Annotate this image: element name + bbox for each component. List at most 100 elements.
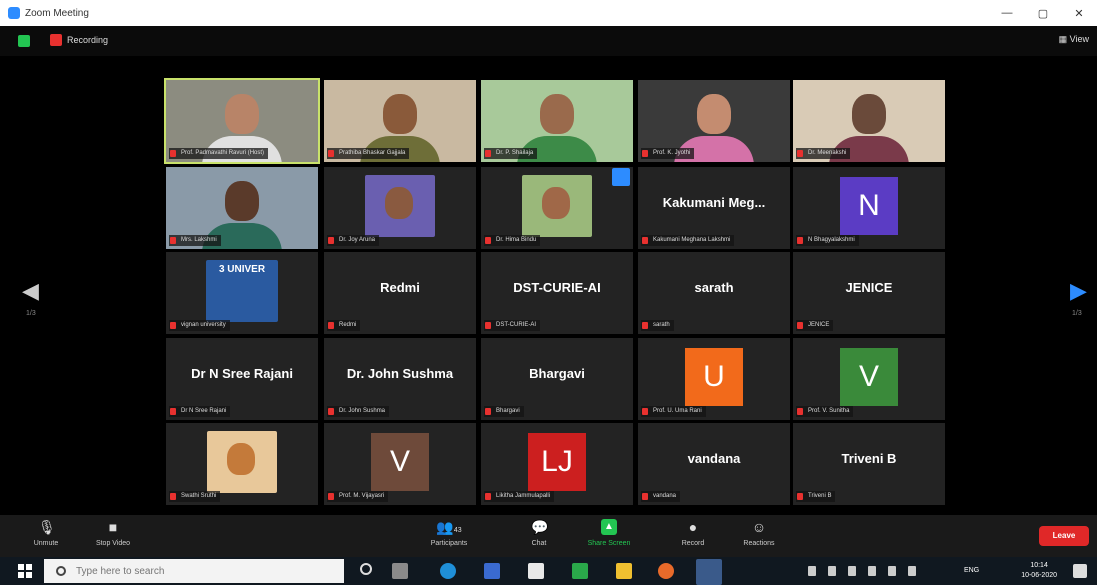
muted-mic-icon: [485, 493, 491, 500]
close-button[interactable]: ✕: [1061, 0, 1097, 26]
windows-start-icon[interactable]: [18, 564, 32, 578]
record-button[interactable]: ● Record: [662, 519, 724, 553]
participant-name-tag: Dr. John Sushma: [327, 406, 390, 417]
participant-tile[interactable]: Prof. Padmavathi Ravuri (Host): [164, 78, 320, 164]
share-screen-icon: ▲: [601, 519, 617, 535]
tray-app-icon[interactable]: [828, 566, 836, 576]
participant-tile[interactable]: Dr. Joy Aruna: [324, 167, 476, 249]
participant-tile[interactable]: Dr. John Sushma Dr. John Sushma: [324, 338, 476, 420]
participant-tile[interactable]: LJ Likitha Jammulapalli: [481, 423, 633, 505]
participant-tile[interactable]: NN Bhagyalakshmi: [793, 167, 945, 249]
taskbar-search[interactable]: [44, 559, 344, 583]
participant-name-tag: DST-CURIE-AI: [484, 320, 541, 331]
task-view-icon[interactable]: [392, 563, 408, 579]
reactions-button[interactable]: ☺ Reactions: [728, 519, 790, 553]
muted-mic-icon: [797, 408, 803, 415]
participant-head: [227, 443, 255, 475]
store-icon[interactable]: [484, 563, 500, 579]
participant-tile[interactable]: JENICE JENICE: [793, 252, 945, 334]
participant-tile[interactable]: 3 UNIVER vignan university: [166, 252, 318, 334]
share-screen-button[interactable]: ▲ Share Screen: [578, 519, 640, 553]
meeting-topbar: [0, 26, 1097, 56]
participant-tile[interactable]: Prof. K. Jyothi: [638, 80, 790, 162]
stop-video-button[interactable]: ■ Stop Video: [82, 519, 144, 553]
participant-tile[interactable]: Dr. P. Shailaja: [481, 80, 633, 162]
participant-tile[interactable]: Triveni B Triveni B: [793, 423, 945, 505]
participants-count: 43: [453, 527, 462, 534]
muted-mic-icon: [797, 493, 803, 500]
participant-tile[interactable]: Mrs. Lakshmi: [166, 167, 318, 249]
participant-avatar: N: [840, 177, 898, 235]
participant-display-name: JENICE: [845, 280, 893, 295]
window-titlebar: Zoom Meeting: [0, 0, 1097, 26]
participant-head: [385, 187, 413, 219]
chat-label: Chat: [531, 540, 547, 547]
file-explorer-icon[interactable]: [616, 563, 632, 579]
participant-tile[interactable]: V Prof. M. Vijayasri: [324, 423, 476, 505]
minimize-button[interactable]: —: [989, 0, 1025, 26]
maximize-button[interactable]: ▢: [1025, 0, 1061, 26]
participant-tile[interactable]: Prathiba Bhaskar Gajjala: [324, 80, 476, 162]
participant-display-name: Dr N Sree Rajani: [191, 366, 293, 381]
participant-tile[interactable]: Kakumani Meg... Kakumani Meghana Lakshmi: [638, 167, 790, 249]
chat-button[interactable]: 💬 Chat: [508, 519, 570, 553]
participant-tile[interactable]: U Prof. U. Uma Rani: [638, 338, 790, 420]
participant-avatar: V: [371, 433, 429, 491]
profile-photo: [365, 175, 435, 237]
record-dot-icon: [50, 34, 62, 46]
recording-indicator[interactable]: Recording: [50, 34, 108, 46]
previous-page-arrow-icon[interactable]: ◀: [22, 278, 39, 304]
muted-mic-icon: [170, 408, 176, 415]
profile-photo: [207, 431, 277, 493]
participant-name-tag: N Bhagyalakshmi: [796, 235, 859, 246]
participant-tile[interactable]: V Prof. V. Sunitha: [793, 338, 945, 420]
zoom-taskbar-icon[interactable]: [696, 559, 722, 585]
participant-tile[interactable]: sarath sarath: [638, 252, 790, 334]
network-icon[interactable]: [868, 566, 876, 576]
previous-page-indicator: 1/3: [26, 310, 36, 317]
participant-tile[interactable]: Dr. Meenakshi: [793, 80, 945, 162]
security-shield-icon[interactable]: [18, 35, 30, 47]
notification-icon[interactable]: [1073, 564, 1087, 578]
participant-name-tag: Kakumani Meghana Lakshmi: [641, 235, 735, 246]
edge-browser-icon[interactable]: [440, 563, 456, 579]
participant-avatar: U: [685, 348, 743, 406]
battery-icon[interactable]: [848, 566, 856, 576]
muted-mic-icon: [642, 150, 648, 157]
participant-tile[interactable]: Redmi Redmi: [324, 252, 476, 334]
tray-chevron-icon[interactable]: [808, 566, 816, 576]
clock-date: 10-06-2020: [1021, 572, 1057, 579]
participant-name-tag: Dr N Sree Rajani: [169, 406, 231, 417]
cortana-icon[interactable]: [360, 563, 372, 575]
taskbar-search-input[interactable]: [76, 565, 316, 577]
unmute-button[interactable]: 🎙 Unmute: [15, 519, 77, 553]
participants-button[interactable]: 👥43 Participants: [418, 519, 480, 553]
participant-tile[interactable]: vandana vandana: [638, 423, 790, 505]
participant-name-tag: Prof. Padmavathi Ravuri (Host): [169, 148, 269, 159]
volume-icon[interactable]: [888, 566, 896, 576]
next-page-arrow-icon[interactable]: ▶: [1070, 278, 1087, 304]
muted-mic-icon: [170, 322, 176, 329]
pen-icon[interactable]: [908, 566, 916, 576]
participant-tile[interactable]: Dr. Hima Bindu: [481, 167, 633, 249]
participant-tile[interactable]: Swathi Sruthi: [166, 423, 318, 505]
record-label: Record: [681, 540, 705, 547]
clock[interactable]: 10:14 10-06-2020: [1021, 561, 1057, 581]
leave-button[interactable]: Leave: [1039, 526, 1089, 546]
taskbar-app-icon[interactable]: [528, 563, 544, 579]
chrome-icon[interactable]: [658, 563, 674, 579]
view-button[interactable]: ▦ View: [1059, 34, 1089, 45]
unmute-label: Unmute: [33, 540, 59, 547]
participant-tile[interactable]: Bhargavi Bhargavi: [481, 338, 633, 420]
participant-tile[interactable]: Dr N Sree Rajani Dr N Sree Rajani: [166, 338, 318, 420]
recording-label: Recording: [67, 35, 109, 45]
participant-name-tag: Prof. V. Sunitha: [796, 406, 854, 417]
profile-photo: [522, 175, 592, 237]
taskbar-app-2-icon[interactable]: [572, 563, 588, 579]
language-indicator[interactable]: ENG: [964, 567, 979, 574]
participant-name-tag: Dr. Meenakshi: [796, 148, 851, 159]
participant-avatar: LJ: [528, 433, 586, 491]
participant-name-tag: vignan university: [169, 320, 230, 331]
muted-mic-icon: [170, 493, 176, 500]
participant-tile[interactable]: DST-CURIE-AI DST-CURIE-AI: [481, 252, 633, 334]
